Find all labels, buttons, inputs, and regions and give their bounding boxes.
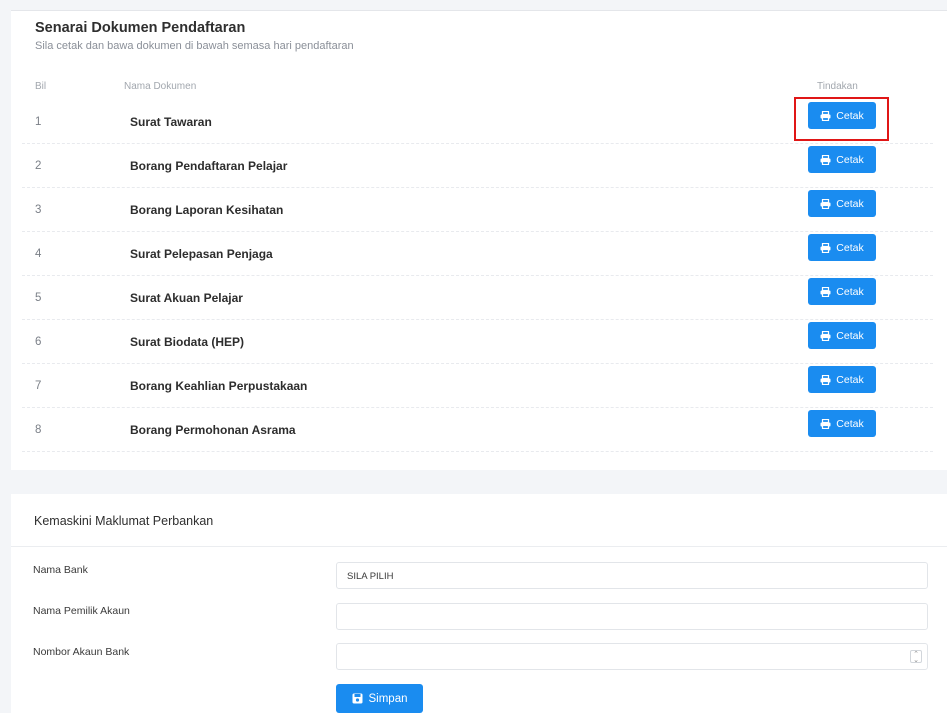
account-number-label: Nombor Akaun Bank — [33, 646, 130, 658]
documents-title: Senarai Dokumen Pendaftaran — [35, 20, 246, 36]
print-button[interactable]: Cetak — [808, 410, 876, 437]
save-button[interactable]: Simpan — [336, 684, 423, 713]
table-row: 1 Surat Tawaran Cetak — [22, 100, 933, 144]
account-number-input[interactable]: ⌃ ⌄ — [336, 643, 928, 670]
documents-card: Senarai Dokumen Pendaftaran Sila cetak d… — [11, 10, 947, 470]
owner-name-input[interactable] — [336, 603, 928, 630]
documents-subtitle: Sila cetak dan bawa dokumen di bawah sem… — [35, 40, 354, 52]
printer-icon — [820, 242, 831, 253]
print-button-label: Cetak — [836, 153, 864, 166]
print-button[interactable]: Cetak — [808, 190, 876, 217]
document-name: Borang Keahlian Perpustakaan — [130, 379, 308, 393]
printer-icon — [820, 418, 831, 429]
header-action: Tindakan — [817, 81, 858, 92]
bank-card-header: Kemaskini Maklumat Perbankan — [11, 494, 947, 547]
printer-icon — [820, 110, 831, 121]
printer-icon — [820, 154, 831, 165]
print-button[interactable]: Cetak — [808, 146, 876, 173]
bank-card: Kemaskini Maklumat Perbankan Nama Bank S… — [11, 494, 947, 713]
row-number: 8 — [35, 424, 42, 436]
header-bil: Bil — [35, 81, 47, 92]
print-button[interactable]: Cetak — [808, 322, 876, 349]
print-button[interactable]: Cetak — [808, 234, 876, 261]
table-row: 4 Surat Pelepasan Penjaga Cetak — [22, 232, 933, 276]
printer-icon — [820, 286, 831, 297]
print-button-label: Cetak — [836, 373, 864, 386]
row-number: 5 — [35, 292, 42, 304]
number-spinner[interactable]: ⌃ ⌄ — [910, 650, 922, 664]
row-number: 1 — [35, 116, 42, 128]
owner-name-label: Nama Pemilik Akaun — [33, 605, 130, 617]
printer-icon — [820, 374, 831, 385]
document-name: Surat Akuan Pelajar — [130, 291, 243, 305]
print-button-label: Cetak — [836, 417, 864, 430]
bank-name-select[interactable]: SILA PILIH — [336, 562, 928, 589]
table-row: 2 Borang Pendaftaran Pelajar Cetak — [22, 144, 933, 188]
save-button-label: Simpan — [368, 692, 408, 705]
print-button-label: Cetak — [836, 109, 864, 122]
table-row: 7 Borang Keahlian Perpustakaan Cetak — [22, 364, 933, 408]
print-button-label: Cetak — [836, 329, 864, 342]
document-name: Surat Tawaran — [130, 115, 212, 129]
row-number: 7 — [35, 380, 42, 392]
document-name: Borang Pendaftaran Pelajar — [130, 159, 288, 173]
row-number: 3 — [35, 204, 42, 216]
table-row: 8 Borang Permohonan Asrama Cetak — [22, 408, 933, 452]
row-number: 6 — [35, 336, 42, 348]
document-name: Borang Laporan Kesihatan — [130, 203, 284, 217]
save-icon — [352, 693, 362, 704]
bank-title: Kemaskini Maklumat Perbankan — [34, 514, 214, 528]
table-row: 5 Surat Akuan Pelajar Cetak — [22, 276, 933, 320]
header-name: Nama Dokumen — [124, 81, 197, 92]
printer-icon — [820, 198, 831, 209]
print-button-label: Cetak — [836, 241, 864, 254]
print-button-label: Cetak — [836, 285, 864, 298]
print-button-label: Cetak — [836, 197, 864, 210]
table-row: 3 Borang Laporan Kesihatan Cetak — [22, 188, 933, 232]
bank-name-label: Nama Bank — [33, 564, 88, 576]
document-name: Surat Biodata (HEP) — [130, 335, 245, 349]
printer-icon — [820, 330, 831, 341]
print-button[interactable]: Cetak — [808, 102, 876, 129]
print-button[interactable]: Cetak — [808, 366, 876, 393]
table-row: 6 Surat Biodata (HEP) Cetak — [22, 320, 933, 364]
document-name: Borang Permohonan Asrama — [130, 423, 296, 437]
row-number: 4 — [35, 248, 42, 260]
print-button[interactable]: Cetak — [808, 278, 876, 305]
document-name: Surat Pelepasan Penjaga — [130, 247, 273, 261]
row-number: 2 — [35, 160, 42, 172]
